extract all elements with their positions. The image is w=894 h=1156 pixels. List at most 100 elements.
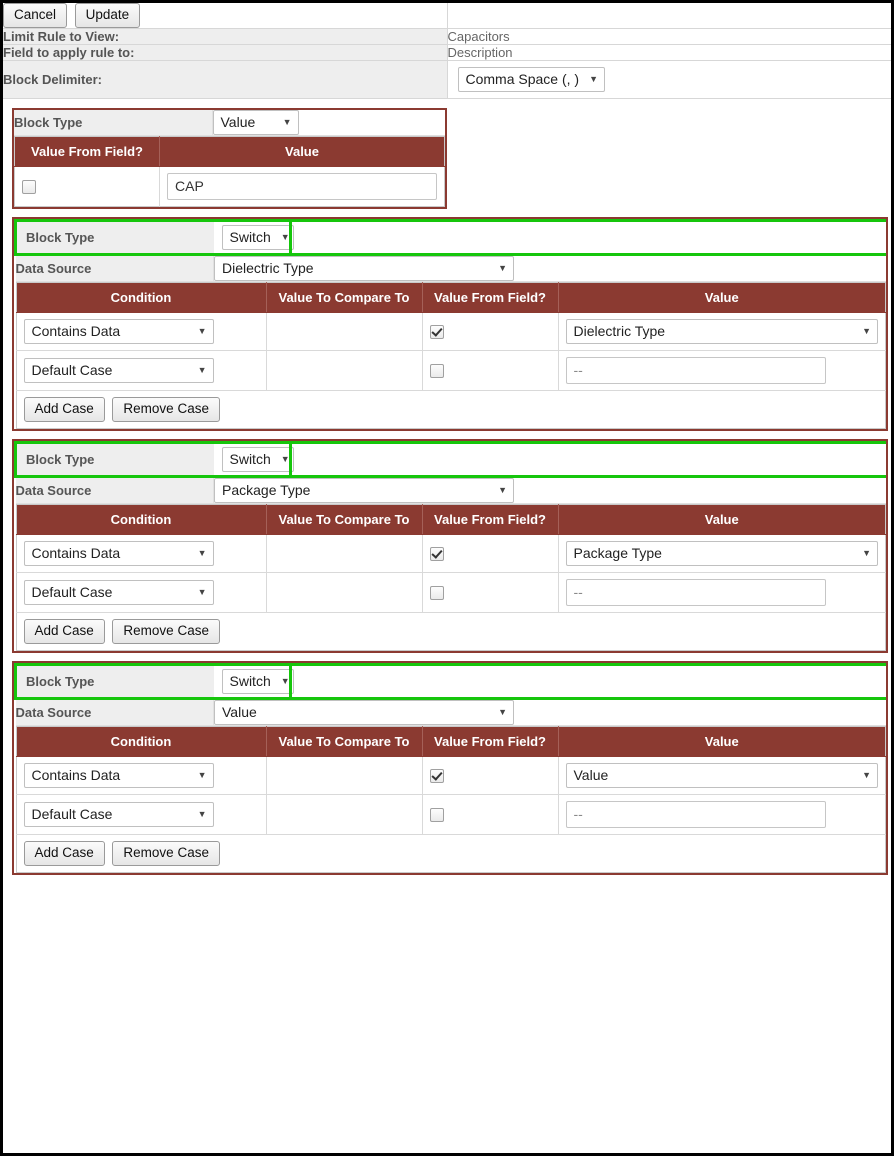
block-3-case-0-vff-cell <box>422 534 559 573</box>
table-row: Default Case ▼ -- <box>16 572 886 613</box>
block-4-type-select[interactable]: Switch ▼ <box>221 669 294 694</box>
highlight-edge <box>288 441 292 478</box>
block-4-type-row: Block Type Switch ▼ <box>14 663 886 700</box>
col-value-to-compare-to: Value To Compare To <box>266 504 423 535</box>
cancel-button[interactable]: Cancel <box>3 3 68 28</box>
limit-rule-to-view-label: Limit Rule to View: <box>3 28 448 45</box>
value-input[interactable]: -- <box>565 579 826 606</box>
value-select[interactable]: Package Type ▼ <box>565 541 878 566</box>
block-4-layout: Block Type Switch ▼ Data Source Value ▼ … <box>14 663 886 873</box>
block-2-type-row: Block Type Switch ▼ <box>14 219 886 256</box>
condition-select[interactable]: Contains Data ▼ <box>23 319 214 344</box>
value-from-field-checkbox[interactable] <box>429 586 444 601</box>
value-select[interactable]: Value ▼ <box>565 763 878 788</box>
col-value: Value <box>558 282 886 313</box>
remove-case-button[interactable]: Remove Case <box>112 619 220 644</box>
block-4-case-1-condition-cell: Default Case ▼ <box>16 794 267 835</box>
table-row: Contains Data ▼ <box>16 534 886 573</box>
add-case-button[interactable]: Add Case <box>23 397 105 422</box>
toolbar-spacer <box>447 3 891 29</box>
block-3-case-1-value-cell: -- <box>558 572 886 613</box>
value-select-value: Package Type <box>573 545 662 561</box>
add-case-button[interactable]: Add Case <box>23 619 105 644</box>
block-3-case-1-condition-cell: Default Case ▼ <box>16 572 267 613</box>
table-row: Contains Data ▼ <box>16 756 886 795</box>
chevron-down-icon: ▼ <box>197 365 207 375</box>
col-value-to-compare-to: Value To Compare To <box>266 282 423 313</box>
block-3-case-0-value-cell: Package Type ▼ <box>558 534 886 573</box>
block-2-case-1-vff-cell <box>422 350 559 391</box>
block-1-table-row: Value From Field? Value CAP <box>14 135 445 207</box>
block-3-datasource-select-value: Package Type <box>222 482 311 498</box>
condition-select-value: Default Case <box>31 584 113 600</box>
value-from-field-checkbox[interactable] <box>22 180 36 195</box>
block-3-layout: Block Type Switch ▼ Data Source Package … <box>14 441 886 651</box>
remove-case-button[interactable]: Remove Case <box>112 397 220 422</box>
block-3-type-cell: Switch ▼ <box>213 441 886 478</box>
value-input[interactable]: -- <box>565 357 826 384</box>
chevron-down-icon: ▼ <box>862 770 871 780</box>
table-row: Contains Data ▼ <box>16 312 886 351</box>
block-4-table-row: Condition Value To Compare To Value From… <box>15 725 886 873</box>
field-to-apply-rule-to-label: Field to apply rule to: <box>3 44 448 61</box>
value-input[interactable]: CAP <box>167 173 437 200</box>
condition-select[interactable]: Default Case ▼ <box>23 580 214 605</box>
condition-select[interactable]: Contains Data ▼ <box>23 541 214 566</box>
value-from-field-checkbox[interactable] <box>429 808 444 823</box>
value-select[interactable]: Dielectric Type ▼ <box>565 319 878 344</box>
block-2-case-actions-row: Add Case Remove Case <box>16 390 886 429</box>
table-row: Default Case ▼ -- <box>16 350 886 391</box>
block-2-type-label: Block Type <box>14 219 214 256</box>
block-2-datasource-select[interactable]: Dielectric Type ▼ <box>214 256 514 281</box>
value-input[interactable]: -- <box>565 801 826 828</box>
block-3-type-select[interactable]: Switch ▼ <box>221 447 294 472</box>
condition-select[interactable]: Contains Data ▼ <box>23 763 214 788</box>
col-condition: Condition <box>16 726 267 757</box>
block-3-datasource-select[interactable]: Package Type ▼ <box>214 478 514 503</box>
block-3-type-select-value: Switch <box>229 451 271 467</box>
col-value-from-field: Value From Field? <box>14 136 160 167</box>
block-2-datasource-select-value: Dielectric Type <box>222 260 314 276</box>
block-2-type-select[interactable]: Switch ▼ <box>221 225 294 250</box>
add-case-button[interactable]: Add Case <box>23 841 105 866</box>
block-1-value-grid: Value From Field? Value CAP <box>14 136 445 207</box>
table-row: CAP <box>14 166 445 207</box>
remove-case-button[interactable]: Remove Case <box>112 841 220 866</box>
chevron-down-icon: ▼ <box>197 770 207 780</box>
block-4-datasource-row: Data Source Value ▼ <box>15 698 886 726</box>
col-value: Value <box>558 726 886 757</box>
block-3-case-1-vff-cell <box>422 572 559 613</box>
block-2-case-0-value-cell: Dielectric Type ▼ <box>558 312 886 351</box>
block-4-case-1-vff-cell <box>422 794 559 835</box>
block-2-case-actions: Add Case Remove Case <box>16 390 886 429</box>
condition-select[interactable]: Default Case ▼ <box>23 802 214 827</box>
update-button[interactable]: Update <box>74 3 141 28</box>
chevron-down-icon: ▼ <box>498 263 507 273</box>
value-from-field-checkbox[interactable] <box>429 769 444 784</box>
block-2-switch: Block Type Switch ▼ Data Source Dielectr… <box>12 217 888 431</box>
block-3-case-0-compare-cell <box>266 534 423 573</box>
block-4-datasource-select[interactable]: Value ▼ <box>214 700 514 725</box>
block-2-type-select-value: Switch <box>229 229 271 245</box>
col-condition: Condition <box>16 282 267 313</box>
value-from-field-checkbox[interactable] <box>429 547 444 562</box>
value-from-field-checkbox[interactable] <box>429 325 444 340</box>
chevron-down-icon: ▼ <box>589 74 599 84</box>
block-1-grid-header: Value From Field? Value <box>14 136 445 167</box>
block-3-case-grid: Condition Value To Compare To Value From… <box>15 504 886 651</box>
block-delimiter-select-value: Comma Space (, ) <box>465 71 580 87</box>
block-1-layout: Block Type Value ▼ Value From Field? Val… <box>14 110 445 207</box>
condition-select[interactable]: Default Case ▼ <box>23 358 214 383</box>
chevron-down-icon: ▼ <box>282 117 292 127</box>
block-3-grid-header: Condition Value To Compare To Value From… <box>16 504 886 535</box>
block-4-case-0-value-cell: Value ▼ <box>558 756 886 795</box>
value-from-field-checkbox[interactable] <box>429 364 444 379</box>
block-1-type-select[interactable]: Value ▼ <box>212 110 299 135</box>
block-4-switch: Block Type Switch ▼ Data Source Value ▼ … <box>12 661 888 875</box>
block-delimiter-select[interactable]: Comma Space (, ) ▼ <box>457 67 606 92</box>
chevron-down-icon: ▼ <box>498 485 507 495</box>
block-3-type-label: Block Type <box>14 441 214 478</box>
block-4-case-0-vff-cell <box>422 756 559 795</box>
block-4-case-1-value-cell: -- <box>558 794 886 835</box>
col-value-from-field: Value From Field? <box>422 726 559 757</box>
